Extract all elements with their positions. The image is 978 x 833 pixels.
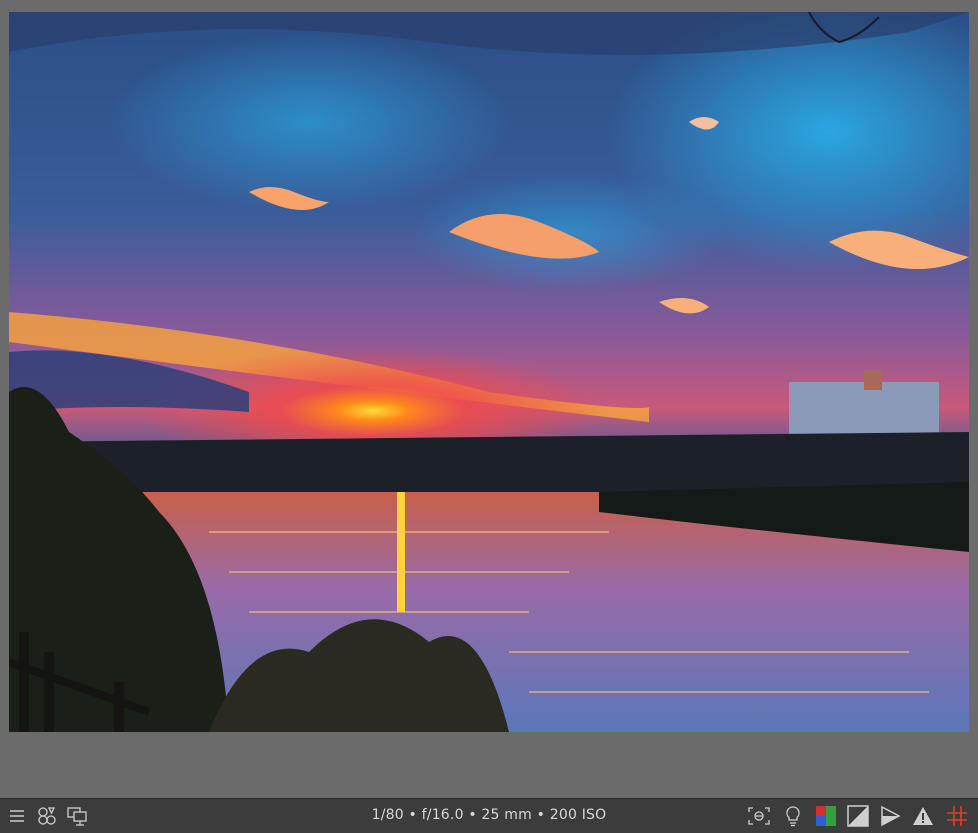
bottom-toolbar: 1/80 • f/16.0 • 25 mm • 200 ISO [0,798,978,833]
softproof-icon[interactable] [813,803,839,829]
sunset-photo-rendering [9,12,969,732]
overexposed-warning-icon[interactable] [910,803,936,829]
guides-icon[interactable] [944,803,970,829]
display-profile-icon[interactable] [64,803,90,829]
styles-icon[interactable] [34,803,60,829]
menu-icon[interactable] [4,803,30,829]
gamut-check-icon[interactable] [877,803,903,829]
color-assessment-icon[interactable] [780,803,806,829]
main-photo[interactable] [9,12,969,732]
clipping-icon[interactable] [845,803,871,829]
focus-peaking-icon[interactable] [746,803,772,829]
image-viewport[interactable] [0,0,978,798]
